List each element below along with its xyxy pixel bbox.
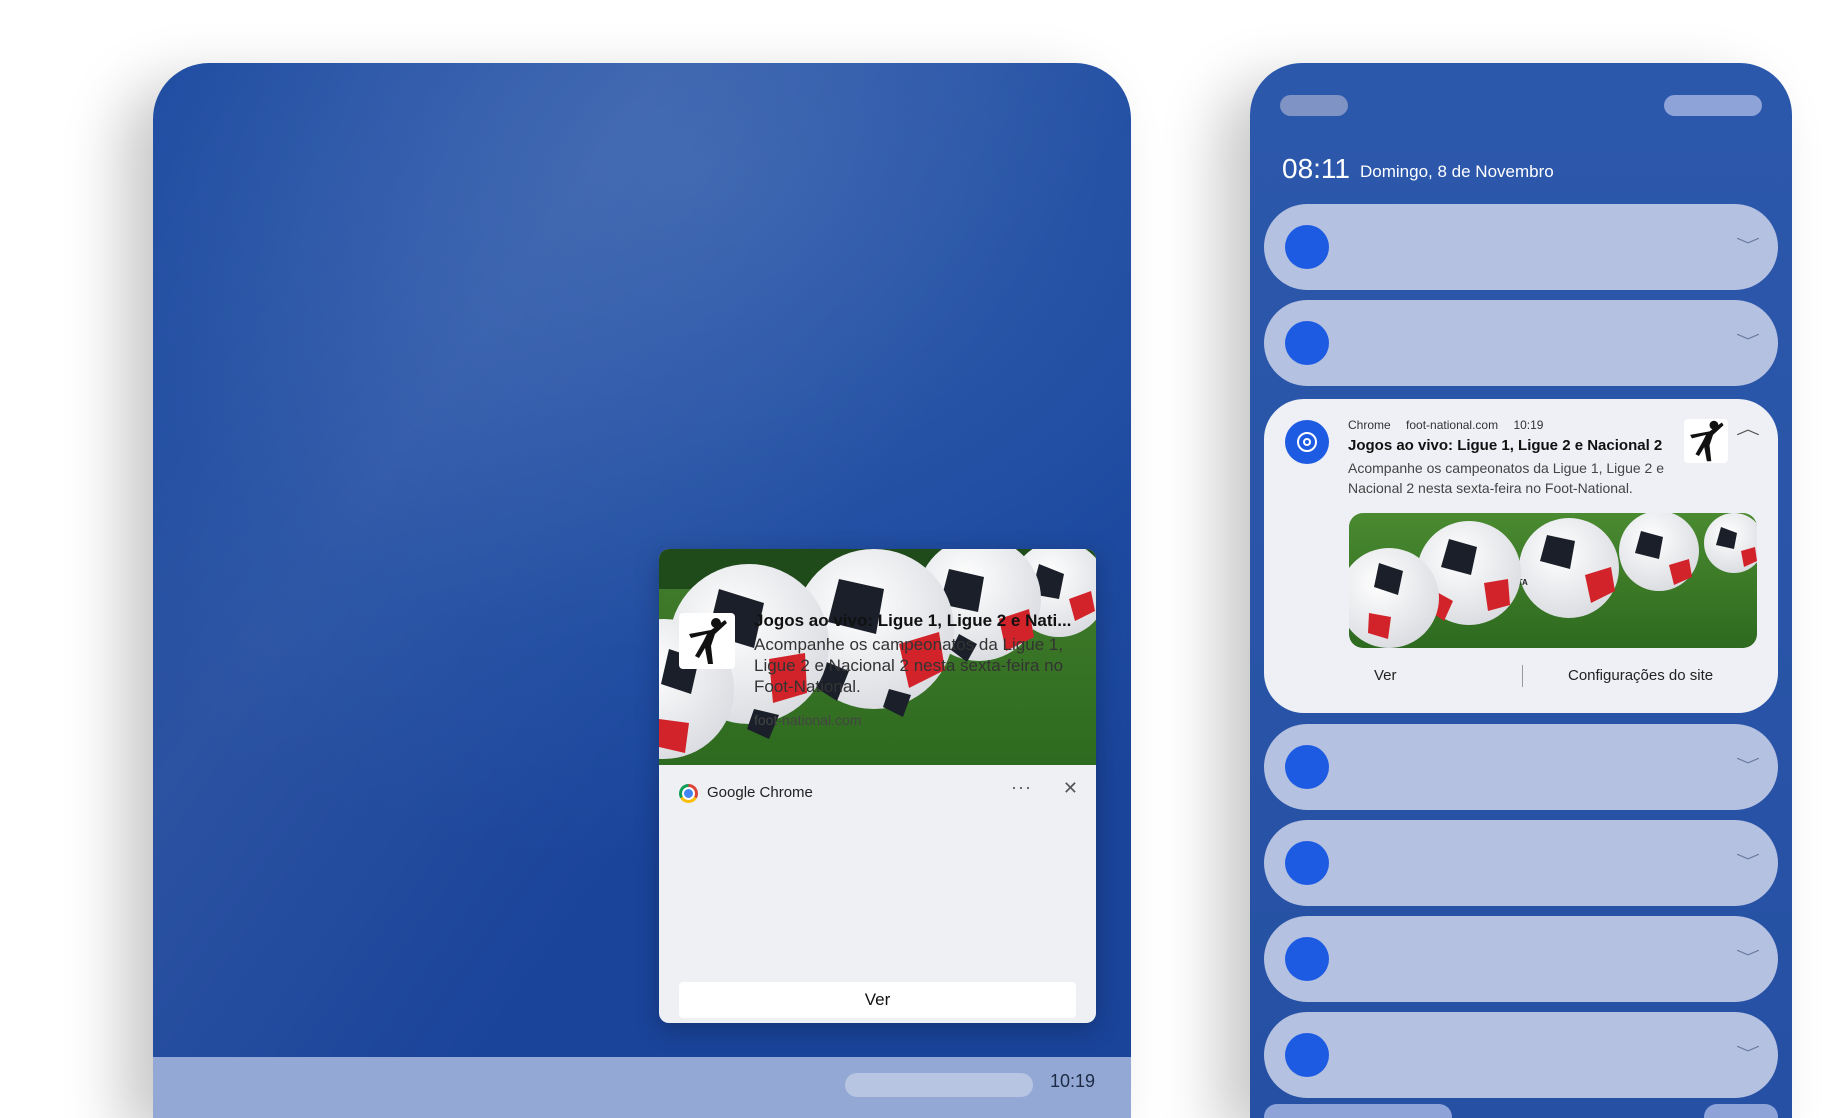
app-icon-placeholder	[1285, 937, 1329, 981]
chevron-down-icon[interactable]: ﹀	[1736, 752, 1760, 776]
toast-header: Google Chrome ··· ✕	[659, 765, 1096, 819]
notification-body: Acompanhe os campeonatos da Ligue 1, Lig…	[1348, 460, 1665, 496]
chrome-icon	[1285, 420, 1329, 464]
site-logo	[679, 613, 735, 669]
notification-meta: Chrome foot-national.com 10:19	[1348, 418, 1555, 432]
toast-title: Jogos ao vivo: Ligue 1, Ligue 2 e Nati..…	[754, 611, 1072, 630]
notification-time: 10:19	[1513, 418, 1544, 432]
expanded-chrome-notification[interactable]: Chrome foot-national.com 10:19 Jogos ao …	[1264, 399, 1778, 713]
collapsed-notification[interactable]: ﹀	[1264, 916, 1778, 1002]
site-settings-button[interactable]: Configurações do site	[1568, 667, 1713, 684]
soccer-balls-image: KIPSTA	[1349, 513, 1757, 648]
collapsed-notification[interactable]: ﹀	[1264, 724, 1778, 810]
app-icon-placeholder	[1285, 745, 1329, 789]
chevron-down-icon[interactable]: ﹀	[1736, 328, 1760, 352]
taskbar-clock[interactable]: 10:19	[1050, 1071, 1095, 1092]
bottom-placeholder-right	[1704, 1104, 1778, 1118]
chrome-icon	[679, 784, 698, 803]
phone-screen: 08:11 Domingo, 8 de Novembro ﹀ ﹀ Chrome …	[1250, 63, 1792, 1118]
collapsed-notification[interactable]: ﹀	[1264, 300, 1778, 386]
site-logo	[1684, 419, 1728, 463]
chevron-up-icon[interactable]: ︿	[1736, 415, 1760, 439]
phone-date: Domingo, 8 de Novembro	[1360, 162, 1554, 181]
toast-body: Acompanhe os campeonatos da Ligue 1, Lig…	[754, 635, 1064, 696]
app-icon-placeholder	[1285, 1033, 1329, 1077]
action-divider	[1522, 665, 1523, 687]
taskbar-search-pill[interactable]	[845, 1073, 1033, 1097]
ver-button[interactable]: Ver	[679, 982, 1076, 1018]
app-icon-placeholder	[1285, 321, 1329, 365]
collapsed-notification[interactable]: ﹀	[1264, 820, 1778, 906]
notification-app: Chrome	[1348, 418, 1391, 432]
collapsed-notification[interactable]: ﹀	[1264, 1012, 1778, 1098]
app-icon-placeholder	[1285, 841, 1329, 885]
notification-domain: foot-national.com	[1406, 418, 1499, 432]
windows-toast-notification[interactable]: KIPSTA Google Chrome ···	[659, 549, 1096, 1023]
chevron-down-icon[interactable]: ﹀	[1736, 232, 1760, 256]
desktop-screen: KIPSTA Google Chrome ···	[153, 63, 1131, 1118]
chevron-down-icon[interactable]: ﹀	[1736, 1040, 1760, 1064]
collapsed-notification[interactable]: ﹀	[1264, 204, 1778, 290]
footballer-silhouette-icon	[1690, 420, 1724, 462]
notification-hero-image: KIPSTA	[1349, 513, 1757, 648]
bottom-placeholder-left	[1264, 1104, 1452, 1118]
footballer-silhouette-icon	[689, 618, 727, 664]
chevron-down-icon[interactable]: ﹀	[1736, 944, 1760, 968]
chevron-down-icon[interactable]: ﹀	[1736, 848, 1760, 872]
toast-domain: foot-national.com	[754, 712, 862, 728]
status-bar-right-placeholder	[1664, 95, 1762, 116]
phone-clock: 08:11	[1282, 153, 1350, 184]
toast-app-name: Google Chrome	[707, 784, 813, 801]
ver-button[interactable]: Ver	[1374, 667, 1397, 684]
app-icon-placeholder	[1285, 225, 1329, 269]
notification-title: Jogos ao vivo: Ligue 1, Ligue 2 e Nacion…	[1348, 437, 1663, 454]
taskbar: 10:19	[153, 1057, 1131, 1118]
more-options-icon[interactable]: ···	[1011, 777, 1032, 798]
close-icon[interactable]: ✕	[1063, 778, 1078, 799]
status-bar-left-placeholder	[1280, 95, 1348, 116]
